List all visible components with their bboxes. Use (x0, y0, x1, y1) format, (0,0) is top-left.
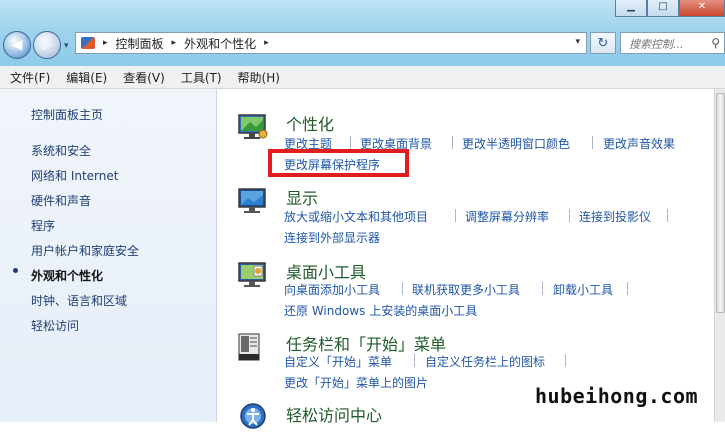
menu-help[interactable]: 帮助(H) (230, 69, 288, 86)
breadcrumb-separator[interactable]: ▸ (103, 38, 108, 48)
search-input[interactable] (627, 34, 711, 54)
breadcrumb-separator[interactable]: ▸ (264, 38, 269, 48)
link-divider (565, 354, 566, 367)
category-title-display[interactable]: 显示 (286, 185, 318, 209)
link-change-window-color[interactable]: 更改半透明窗口颜色 (462, 135, 570, 152)
search-box[interactable]: ⚲ (620, 32, 725, 54)
sidebar-item-control-panel-home[interactable]: 控制面板主页 (31, 106, 103, 123)
control-panel-icon (81, 37, 95, 49)
link-restore-gadgets[interactable]: 还原 Windows 上安装的桌面小工具 (284, 302, 477, 319)
watermark-text: hubeihong.com (535, 384, 699, 408)
window-titlebar: ▁ □ ✕ ◀ ▶ ▾ ▸ 控制面板 ▸ 外观和个性化 ▸ ▾ ↻ ⚲ (0, 0, 725, 66)
personalization-icon[interactable] (236, 112, 270, 142)
highlight-box (268, 149, 409, 177)
category-title-taskbar-start[interactable]: 任务栏和「开始」菜单 (286, 331, 446, 355)
link-divider (627, 282, 628, 295)
link-divider (414, 354, 415, 367)
link-screen-resolution[interactable]: 调整屏幕分辨率 (465, 208, 549, 225)
link-divider (569, 209, 570, 222)
refresh-button[interactable]: ↻ (590, 32, 616, 54)
minimize-button[interactable]: ▁ (615, 0, 647, 17)
vertical-scrollbar[interactable] (714, 89, 725, 422)
gadgets-icon[interactable] (236, 260, 270, 290)
menu-bar: 文件(F) 编辑(E) 查看(V) 工具(T) 帮助(H) (0, 66, 725, 89)
menu-edit[interactable]: 编辑(E) (58, 69, 115, 86)
address-bar[interactable]: ▸ 控制面板 ▸ 外观和个性化 ▸ ▾ (75, 32, 587, 54)
address-dropdown-icon[interactable]: ▾ (575, 37, 580, 47)
link-divider (402, 282, 403, 295)
sidebar-item-network[interactable]: 网络和 Internet (31, 167, 118, 184)
link-connect-projector[interactable]: 连接到投影仪 (579, 208, 651, 225)
link-divider (455, 209, 456, 222)
link-add-gadgets[interactable]: 向桌面添加小工具 (284, 281, 380, 298)
category-title-ease-of-access-center[interactable]: 轻松访问中心 (286, 402, 382, 426)
sidebar-item-system-security[interactable]: 系统和安全 (31, 142, 91, 159)
sidebar-item-ease-of-access[interactable]: 轻松访问 (31, 317, 79, 334)
link-divider (350, 136, 351, 149)
search-icon[interactable]: ⚲ (711, 36, 720, 50)
maximize-button[interactable]: □ (647, 0, 679, 17)
link-divider (542, 282, 543, 295)
ease-of-access-icon[interactable] (236, 402, 270, 432)
sidebar-item-user-accounts[interactable]: 用户帐户和家庭安全 (31, 242, 139, 259)
window-controls: ▁ □ ✕ (615, 0, 725, 18)
close-button[interactable]: ✕ (679, 0, 725, 17)
link-divider (667, 209, 668, 222)
link-customize-taskbar-icons[interactable]: 自定义任务栏上的图标 (425, 353, 545, 370)
forward-button[interactable]: ▶ (33, 31, 61, 59)
menu-file[interactable]: 文件(F) (0, 69, 58, 86)
breadcrumb-control-panel[interactable]: 控制面板 (116, 35, 164, 52)
forward-arrow-icon: ▶ (41, 37, 53, 53)
link-change-start-menu-picture[interactable]: 更改「开始」菜单上的图片 (284, 374, 428, 391)
sidebar-item-appearance[interactable]: 外观和个性化 (31, 267, 103, 284)
sidebar: 控制面板主页 系统和安全 网络和 Internet 硬件和声音 程序 用户帐户和… (0, 89, 217, 422)
link-divider (452, 136, 453, 149)
sidebar-item-programs[interactable]: 程序 (31, 217, 55, 234)
menu-view[interactable]: 查看(V) (115, 69, 173, 86)
refresh-icon: ↻ (597, 35, 609, 51)
back-button[interactable]: ◀ (3, 31, 31, 59)
scrollbar-thumb[interactable] (716, 93, 725, 313)
sidebar-item-clock-language[interactable]: 时钟、语言和区域 (31, 292, 127, 309)
link-divider (592, 136, 593, 149)
link-customize-start-menu[interactable]: 自定义「开始」菜单 (284, 353, 392, 370)
breadcrumb-separator[interactable]: ▸ (172, 38, 177, 48)
active-bullet-icon (13, 268, 18, 273)
breadcrumb-appearance[interactable]: 外观和个性化 (184, 35, 256, 52)
link-external-display[interactable]: 连接到外部显示器 (284, 229, 380, 246)
link-zoom-text[interactable]: 放大或缩小文本和其他项目 (284, 208, 428, 225)
back-arrow-icon: ◀ (11, 37, 23, 53)
taskbar-icon[interactable] (236, 332, 270, 362)
sidebar-item-hardware-sound[interactable]: 硬件和声音 (31, 192, 91, 209)
recent-pages-dropdown[interactable]: ▾ (64, 41, 69, 51)
link-uninstall-gadget[interactable]: 卸载小工具 (553, 281, 613, 298)
link-change-sounds[interactable]: 更改声音效果 (603, 135, 675, 152)
category-title-gadgets[interactable]: 桌面小工具 (286, 259, 366, 283)
display-icon[interactable] (236, 186, 270, 216)
category-title-personalization[interactable]: 个性化 (286, 111, 334, 135)
link-more-gadgets-online[interactable]: 联机获取更多小工具 (412, 281, 520, 298)
menu-tools[interactable]: 工具(T) (173, 69, 230, 86)
